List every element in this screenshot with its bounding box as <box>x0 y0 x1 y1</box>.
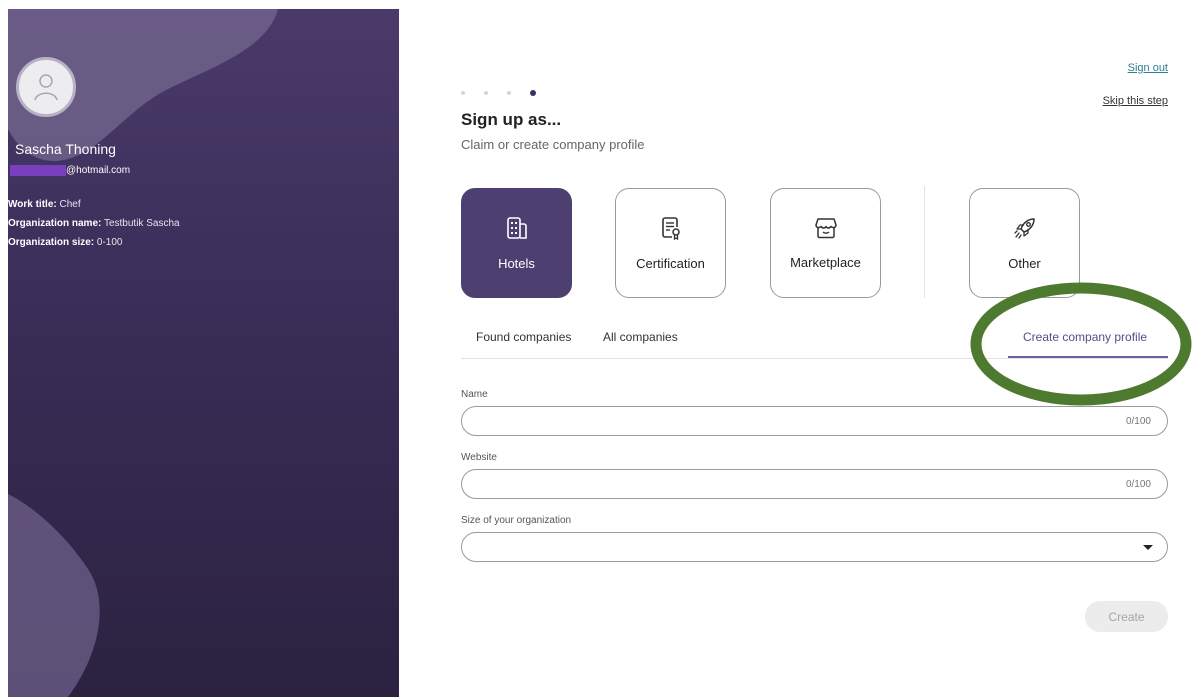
chevron-down-icon <box>1143 545 1153 550</box>
company-tabs: Found companies All companies Create com… <box>461 323 1168 359</box>
building-icon <box>506 216 527 239</box>
organization-size-select[interactable] <box>461 532 1168 562</box>
organization-name-label: Organization name: <box>8 218 102 229</box>
sidebar-decoration <box>8 9 278 697</box>
email-redaction <box>10 165 66 176</box>
step-dot <box>484 91 488 95</box>
active-tab-indicator <box>1008 356 1168 358</box>
signup-page: Sascha Thoning @hotmail.com Work title: … <box>0 0 1192 697</box>
tab-found-companies[interactable]: Found companies <box>476 330 571 344</box>
work-title-value: Chef <box>59 199 81 210</box>
step-dot <box>507 91 511 95</box>
user-icon <box>34 74 58 101</box>
name-input[interactable]: 0/100 <box>461 406 1168 436</box>
card-other[interactable]: Other <box>969 188 1080 298</box>
organization-size-value: 0-100 <box>96 237 123 248</box>
organization-size-label: Organization size: <box>8 237 95 248</box>
step-dot-current <box>530 90 536 96</box>
card-divider <box>924 186 925 298</box>
page-title: Sign up as... <box>461 110 562 129</box>
email-suffix: @hotmail.com <box>66 165 131 176</box>
user-email: @hotmail.com <box>8 165 130 176</box>
card-marketplace[interactable]: Marketplace <box>770 188 881 298</box>
avatar[interactable] <box>16 57 76 117</box>
skip-step-link[interactable]: Skip this step <box>1103 95 1168 107</box>
card-label: Hotels <box>498 255 535 271</box>
user-name: Sascha Thoning <box>15 141 116 157</box>
card-label: Other <box>1008 255 1041 271</box>
certificate-icon <box>661 216 680 240</box>
name-char-counter: 0/100 <box>1125 416 1151 427</box>
website-char-counter: 0/100 <box>1125 479 1151 490</box>
organization-name-value: Testbutik Sascha <box>103 218 180 229</box>
storefront-icon <box>814 217 837 238</box>
organization-size-row: Organization size: 0-100 <box>8 237 122 248</box>
website-input[interactable]: 0/100 <box>461 469 1168 499</box>
page-subtitle: Claim or create company profile <box>461 137 645 152</box>
step-indicator <box>461 90 536 96</box>
card-label: Marketplace <box>790 254 861 270</box>
organization-size-label: Size of your organization <box>461 515 572 526</box>
work-title-row: Work title: Chef <box>8 199 81 210</box>
card-certification[interactable]: Certification <box>615 188 726 298</box>
name-label: Name <box>461 389 488 400</box>
tab-all-companies[interactable]: All companies <box>603 330 678 344</box>
rocket-icon <box>1013 217 1035 239</box>
profile-sidebar: Sascha Thoning @hotmail.com Work title: … <box>8 9 399 697</box>
card-label: Certification <box>636 255 705 271</box>
card-hotels[interactable]: Hotels <box>461 188 572 298</box>
organization-name-row: Organization name: Testbutik Sascha <box>8 218 180 229</box>
create-button[interactable]: Create <box>1085 601 1168 632</box>
website-label: Website <box>461 452 497 463</box>
work-title-label: Work title: <box>8 199 57 210</box>
step-dot <box>461 91 465 95</box>
tab-create-company-profile[interactable]: Create company profile <box>1023 330 1147 344</box>
sign-out-link[interactable]: Sign out <box>1128 62 1168 74</box>
